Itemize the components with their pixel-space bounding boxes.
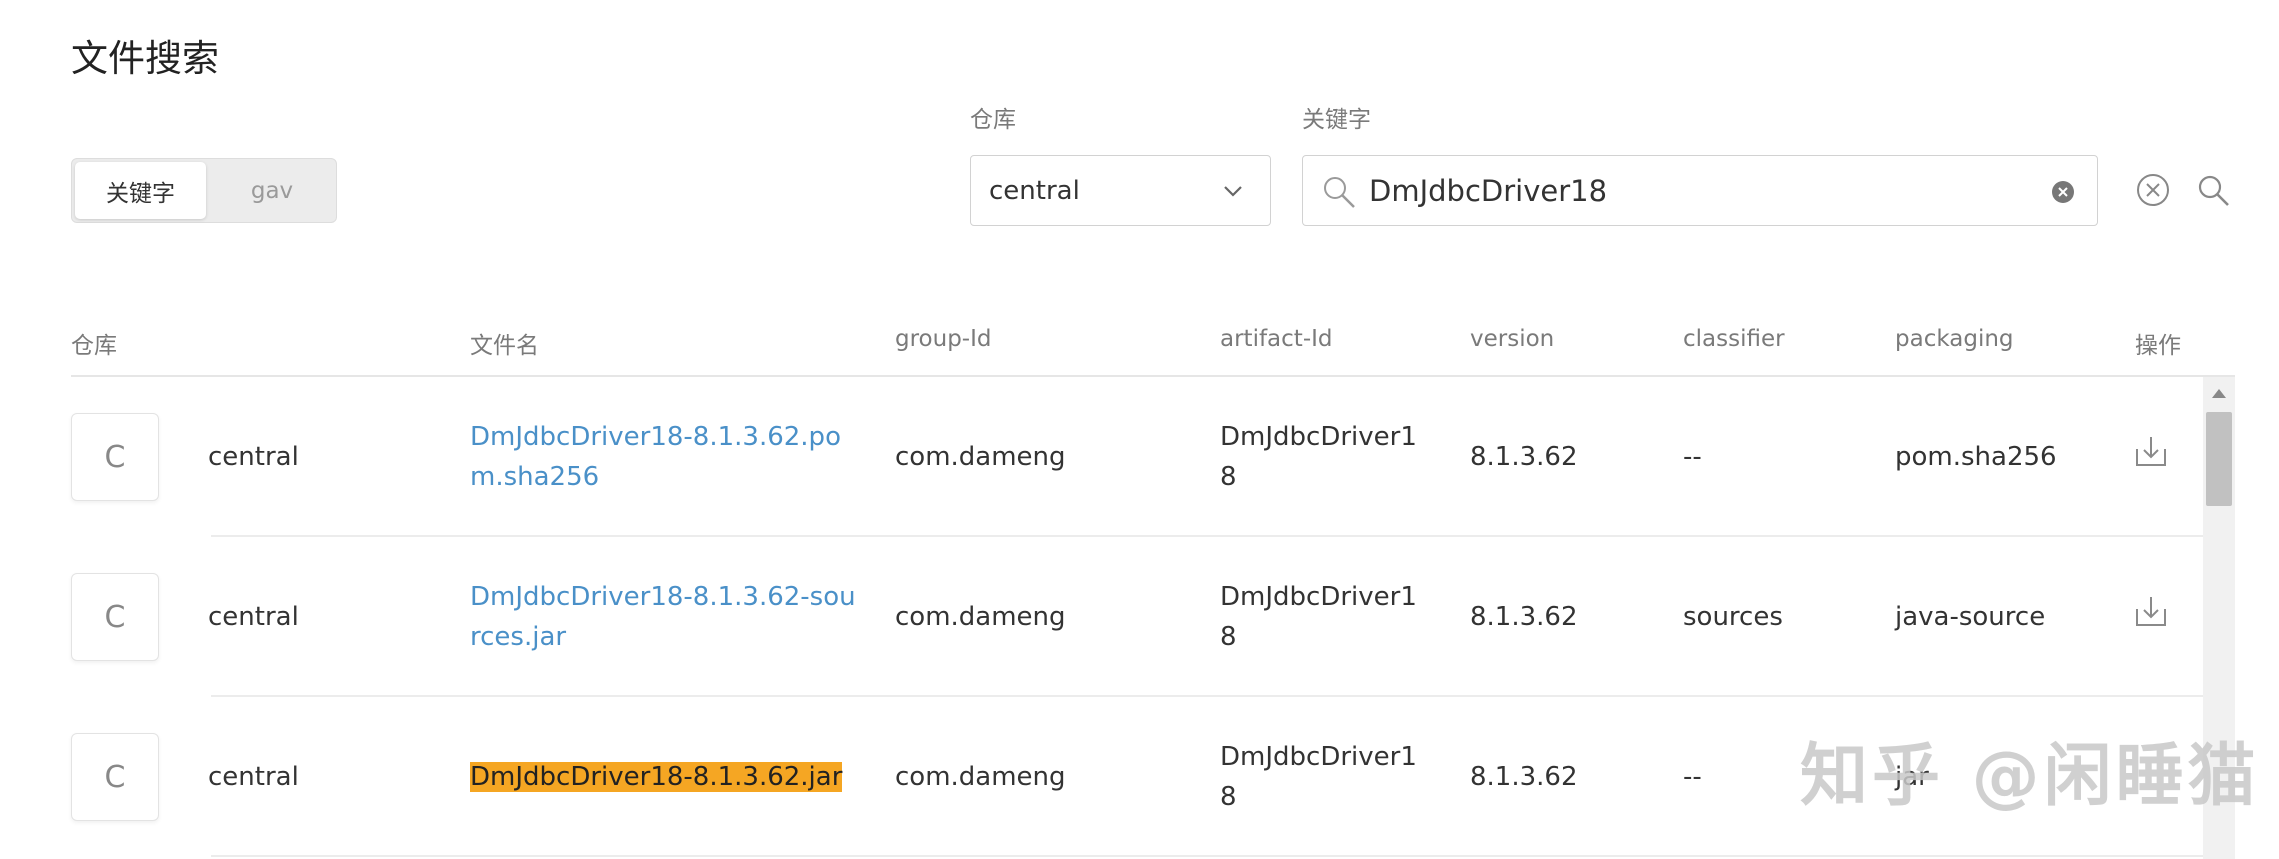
- cell-classifier: --: [1683, 762, 1702, 792]
- download-icon[interactable]: [2133, 433, 2169, 469]
- cell-version: 8.1.3.62: [1470, 602, 1578, 632]
- clear-circle-icon[interactable]: [2136, 173, 2170, 207]
- keyword-field[interactable]: [1302, 155, 2098, 226]
- repo-select-value: central: [989, 175, 1080, 206]
- cell-repo: central: [208, 762, 299, 792]
- col-header-repo: 仓库: [71, 333, 117, 359]
- cell-group-id: com.dameng: [895, 602, 1066, 632]
- page-title: 文件搜索: [71, 37, 219, 80]
- repo-avatar: C: [71, 413, 159, 501]
- cell-artifact-id: DmJdbcDriver18: [1220, 582, 1417, 652]
- col-header-actions: 操作: [2135, 333, 2181, 359]
- search-mode-toggle: 关键字 gav: [71, 158, 337, 223]
- cell-packaging: pom.sha256: [1895, 442, 2057, 472]
- cell-artifact-id: DmJdbcDriver18: [1220, 742, 1417, 812]
- cell-artifact-id: DmJdbcDriver18: [1220, 422, 1417, 492]
- search-button-icon[interactable]: [2196, 173, 2232, 209]
- cell-group-id: com.dameng: [895, 762, 1066, 792]
- mode-keyword-button[interactable]: 关键字: [75, 162, 206, 219]
- table-row: C central DmJdbcDriver18-8.1.3.62.pom.sh…: [71, 377, 2203, 537]
- mode-gav-button[interactable]: gav: [209, 162, 335, 219]
- search-icon: [1324, 177, 1355, 208]
- cell-classifier: --: [1683, 442, 1702, 472]
- cell-packaging: java-source: [1895, 602, 2046, 632]
- col-header-classifier: classifier: [1683, 326, 1785, 352]
- filename-link[interactable]: DmJdbcDriver18-8.1.3.62.jar: [470, 757, 843, 797]
- col-header-group-id: group-Id: [895, 326, 992, 352]
- cell-version: 8.1.3.62: [1470, 442, 1578, 472]
- filename-highlight: DmJdbcDriver18-8.1.3.62.jar: [470, 762, 843, 792]
- cell-repo: central: [208, 602, 299, 632]
- repo-avatar: C: [71, 733, 159, 821]
- table-row: C central DmJdbcDriver18-8.1.3.62-source…: [71, 537, 2203, 697]
- filename-link[interactable]: DmJdbcDriver18-8.1.3.62-sources.jar: [470, 577, 860, 657]
- clear-icon[interactable]: [2051, 180, 2075, 204]
- cell-repo: central: [208, 442, 299, 472]
- repo-select[interactable]: central: [970, 155, 1271, 226]
- col-header-packaging: packaging: [1895, 326, 2014, 352]
- keyword-label: 关键字: [1302, 107, 1371, 133]
- cell-classifier: sources: [1683, 602, 1783, 632]
- repo-label: 仓库: [970, 107, 1016, 133]
- keyword-input[interactable]: [1369, 168, 2029, 214]
- scroll-up-arrow-icon[interactable]: [2212, 389, 2226, 398]
- repo-avatar: C: [71, 573, 159, 661]
- cell-version: 8.1.3.62: [1470, 762, 1578, 792]
- watermark: 知乎 @闲睡猫: [1800, 737, 2260, 816]
- download-icon[interactable]: [2133, 593, 2169, 629]
- col-header-version: version: [1470, 326, 1555, 352]
- filename-link[interactable]: DmJdbcDriver18-8.1.3.62.pom.sha256: [470, 417, 860, 497]
- scroll-thumb[interactable]: [2206, 412, 2232, 506]
- col-header-artifact-id: artifact-Id: [1220, 326, 1333, 352]
- chevron-down-icon: [1224, 186, 1242, 197]
- cell-group-id: com.dameng: [895, 442, 1066, 472]
- col-header-filename: 文件名: [470, 333, 539, 359]
- row-divider: [211, 855, 2203, 857]
